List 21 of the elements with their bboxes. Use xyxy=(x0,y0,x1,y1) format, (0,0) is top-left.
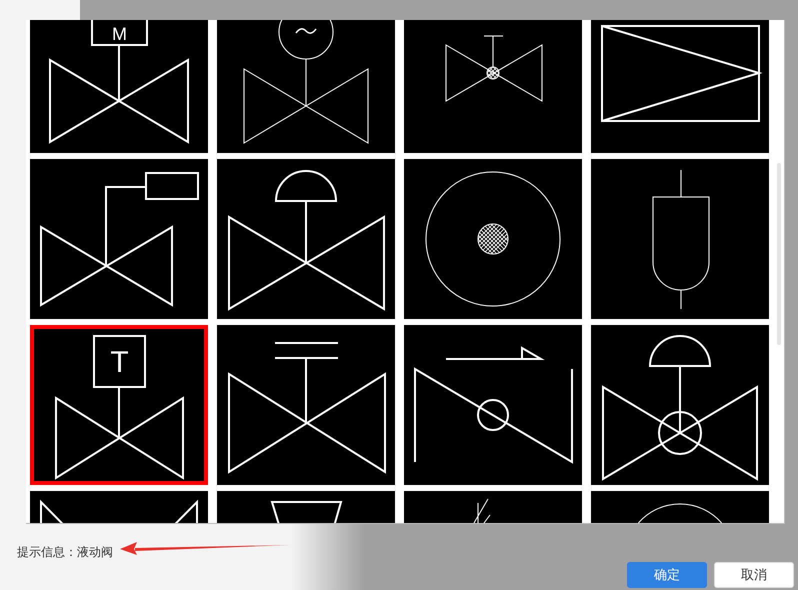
symbol-label: M xyxy=(112,24,127,44)
symbol-tile[interactable] xyxy=(404,20,582,153)
symbol-tile[interactable] xyxy=(591,325,769,485)
symbol-tile[interactable] xyxy=(30,159,208,319)
symbol-tile[interactable] xyxy=(404,159,582,319)
symbol-tile[interactable] xyxy=(591,159,769,319)
cancel-button[interactable]: 取消 xyxy=(714,562,794,588)
symbol-tile[interactable] xyxy=(217,325,395,485)
symbol-tile[interactable] xyxy=(217,159,395,319)
symbol-tile[interactable] xyxy=(217,20,395,153)
symbol-tile[interactable]: T xyxy=(30,325,208,485)
confirm-button[interactable]: 确定 xyxy=(627,562,707,588)
symbol-tile[interactable] xyxy=(217,491,395,523)
symbol-tile[interactable] xyxy=(591,491,769,523)
symbol-tile[interactable] xyxy=(591,20,769,153)
symbol-tile[interactable]: M xyxy=(30,20,208,153)
symbol-tile[interactable] xyxy=(404,491,582,523)
symbol-tile[interactable] xyxy=(404,325,582,485)
symbol-tile[interactable] xyxy=(30,491,208,523)
hint-text: 提示信息：液动阀 xyxy=(17,545,113,559)
symbol-label: T xyxy=(110,346,129,379)
